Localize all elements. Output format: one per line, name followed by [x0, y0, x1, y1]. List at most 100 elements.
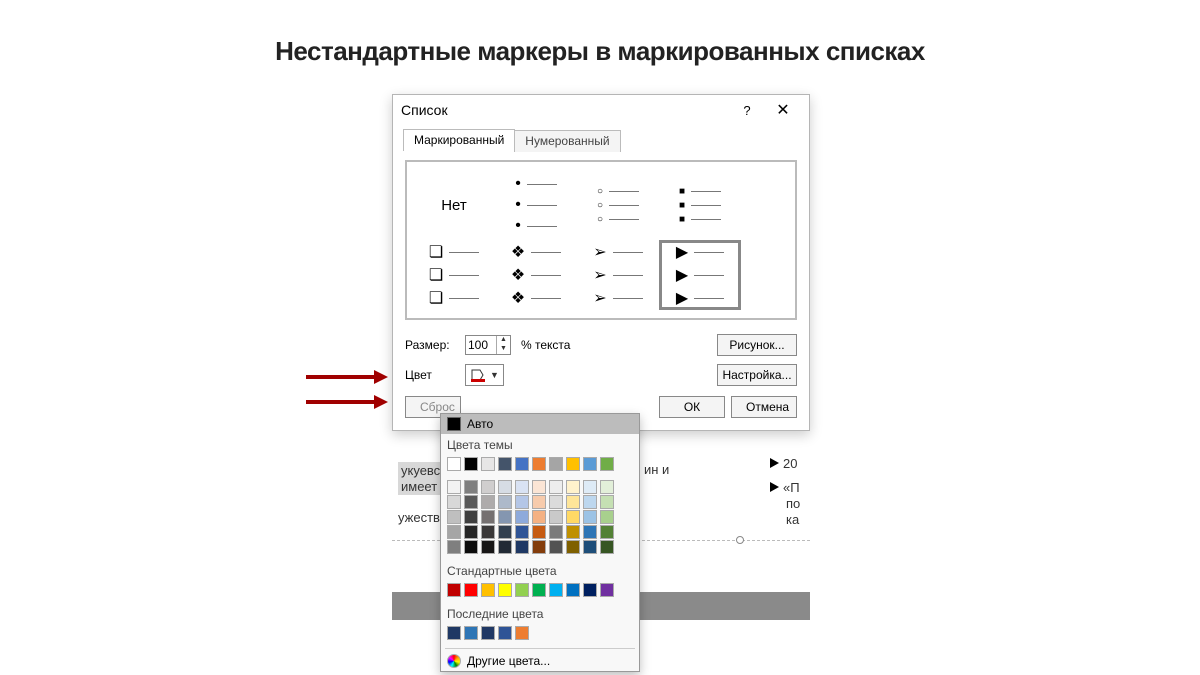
- color-swatch[interactable]: [447, 583, 461, 597]
- dialog-title: Список: [401, 102, 729, 118]
- bullet-option-square-small[interactable]: ■ ■ ■: [659, 170, 741, 240]
- color-swatch[interactable]: [549, 525, 563, 539]
- color-swatch[interactable]: [447, 457, 461, 471]
- color-swatch[interactable]: [515, 540, 529, 554]
- color-swatch[interactable]: [481, 510, 495, 524]
- color-swatch[interactable]: [549, 583, 563, 597]
- bullet-option-none[interactable]: Нет: [413, 170, 495, 240]
- close-button[interactable]: ✕: [765, 98, 801, 122]
- ok-button[interactable]: ОК: [659, 396, 725, 418]
- color-swatch[interactable]: [600, 480, 614, 494]
- color-swatch[interactable]: [464, 540, 478, 554]
- bullet-option-arrow-outline[interactable]: ➢ ➢ ➢: [577, 240, 659, 310]
- color-swatch[interactable]: [583, 480, 597, 494]
- color-swatch[interactable]: [583, 495, 597, 509]
- color-swatch[interactable]: [600, 583, 614, 597]
- tab-numbered[interactable]: Нумерованный: [514, 130, 620, 152]
- color-swatch[interactable]: [481, 583, 495, 597]
- color-swatch[interactable]: [600, 495, 614, 509]
- size-input[interactable]: [466, 338, 496, 352]
- color-swatch[interactable]: [566, 583, 580, 597]
- color-swatch[interactable]: [566, 525, 580, 539]
- color-swatch[interactable]: [583, 457, 597, 471]
- color-swatch[interactable]: [464, 480, 478, 494]
- bullet-option-circle[interactable]: ○ ○ ○: [577, 170, 659, 240]
- color-swatch[interactable]: [600, 525, 614, 539]
- color-swatch[interactable]: [515, 495, 529, 509]
- color-swatch[interactable]: [447, 480, 461, 494]
- color-swatch[interactable]: [549, 457, 563, 471]
- color-swatch[interactable]: [566, 480, 580, 494]
- color-swatch[interactable]: [600, 540, 614, 554]
- color-swatch[interactable]: [532, 540, 546, 554]
- color-swatch[interactable]: [515, 525, 529, 539]
- color-swatch[interactable]: [583, 510, 597, 524]
- spin-up-icon[interactable]: ▲: [497, 336, 510, 345]
- color-swatch[interactable]: [481, 540, 495, 554]
- color-swatch[interactable]: [447, 626, 461, 640]
- size-spinner[interactable]: ▲ ▼: [465, 335, 511, 355]
- color-swatch[interactable]: [532, 480, 546, 494]
- color-auto-swatch: [447, 417, 461, 431]
- color-swatch[interactable]: [583, 525, 597, 539]
- color-swatch[interactable]: [515, 510, 529, 524]
- color-swatch[interactable]: [447, 510, 461, 524]
- color-swatch[interactable]: [498, 525, 512, 539]
- color-swatch[interactable]: [498, 540, 512, 554]
- help-button[interactable]: ?: [729, 98, 765, 122]
- bullet-option-dot[interactable]: • • •: [495, 170, 577, 240]
- bullet-option-triangle[interactable]: ▶ ▶ ▶: [659, 240, 741, 310]
- color-swatch[interactable]: [498, 495, 512, 509]
- color-swatch[interactable]: [566, 495, 580, 509]
- color-swatch[interactable]: [532, 583, 546, 597]
- color-swatch[interactable]: [447, 525, 461, 539]
- customize-button[interactable]: Настройка...: [717, 364, 797, 386]
- more-colors-button[interactable]: Другие цвета...: [441, 651, 639, 671]
- color-swatch[interactable]: [515, 626, 529, 640]
- color-swatch[interactable]: [532, 495, 546, 509]
- color-swatch[interactable]: [498, 457, 512, 471]
- color-swatch[interactable]: [583, 540, 597, 554]
- color-swatch[interactable]: [481, 626, 495, 640]
- color-swatch[interactable]: [532, 510, 546, 524]
- color-swatch[interactable]: [481, 480, 495, 494]
- color-swatch[interactable]: [566, 457, 580, 471]
- color-swatch[interactable]: [498, 480, 512, 494]
- color-swatch[interactable]: [464, 525, 478, 539]
- color-swatch[interactable]: [566, 540, 580, 554]
- color-swatch[interactable]: [532, 525, 546, 539]
- color-swatch[interactable]: [498, 626, 512, 640]
- bullet-option-square-outline[interactable]: ❏ ❏ ❏: [413, 240, 495, 310]
- color-swatch[interactable]: [549, 540, 563, 554]
- color-swatch[interactable]: [447, 540, 461, 554]
- color-swatch[interactable]: [600, 510, 614, 524]
- color-auto[interactable]: Авто: [441, 414, 639, 434]
- color-picker-button[interactable]: ▼: [465, 364, 504, 386]
- color-swatch[interactable]: [566, 510, 580, 524]
- color-swatch[interactable]: [481, 495, 495, 509]
- color-swatch[interactable]: [532, 457, 546, 471]
- color-swatch[interactable]: [515, 583, 529, 597]
- color-swatch[interactable]: [498, 510, 512, 524]
- picture-button[interactable]: Рисунок...: [717, 334, 797, 356]
- color-swatch[interactable]: [515, 480, 529, 494]
- color-swatch[interactable]: [515, 457, 529, 471]
- color-swatch[interactable]: [549, 480, 563, 494]
- color-swatch[interactable]: [549, 510, 563, 524]
- color-swatch[interactable]: [464, 510, 478, 524]
- spin-down-icon[interactable]: ▼: [497, 345, 510, 354]
- color-swatch[interactable]: [600, 457, 614, 471]
- color-swatch[interactable]: [481, 457, 495, 471]
- color-swatch[interactable]: [464, 626, 478, 640]
- color-swatch[interactable]: [481, 525, 495, 539]
- color-swatch[interactable]: [549, 495, 563, 509]
- cancel-button[interactable]: Отмена: [731, 396, 797, 418]
- color-swatch[interactable]: [464, 495, 478, 509]
- color-swatch[interactable]: [498, 583, 512, 597]
- tab-bulleted[interactable]: Маркированный: [403, 129, 515, 151]
- color-swatch[interactable]: [447, 495, 461, 509]
- bullet-option-diamond4[interactable]: ❖ ❖ ❖: [495, 240, 577, 310]
- color-swatch[interactable]: [464, 583, 478, 597]
- color-swatch[interactable]: [464, 457, 478, 471]
- color-swatch[interactable]: [583, 583, 597, 597]
